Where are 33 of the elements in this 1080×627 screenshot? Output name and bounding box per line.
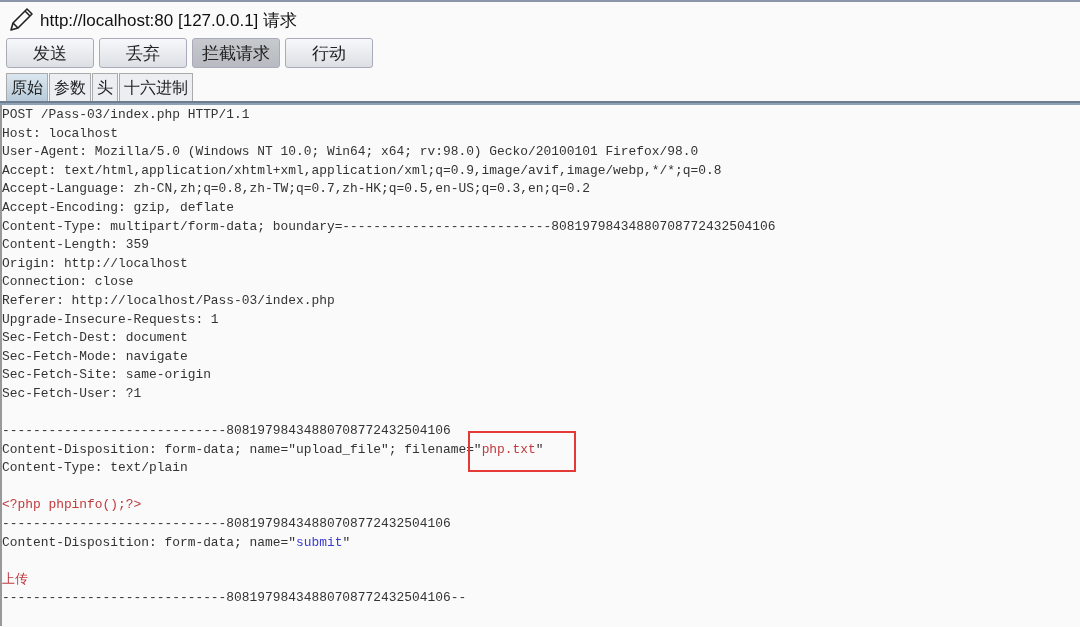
toolbar-button[interactable]: 丢弃	[99, 38, 187, 68]
editor-tab[interactable]: 头	[92, 73, 118, 101]
request-line: Content-Type: multipart/form-data; boundary=---------------------------80819798434880708772432504106	[2, 217, 777, 236]
pencil-icon	[8, 7, 34, 33]
editor-tab[interactable]: 十六进制	[119, 73, 193, 101]
toolbar-button[interactable]: 拦截请求	[192, 38, 280, 68]
request-line: -----------------------------80819798434880708772432504106	[2, 515, 452, 534]
window-title: http://localhost:80 [127.0.0.1] 请求	[40, 9, 298, 32]
request-line: Accept: text/html,application/xhtml+xml,application/xml;q=0.9,image/avif,image/webp,*/*;q=0.8	[2, 161, 723, 180]
request-line: -----------------------------80819798434880708772432504106--	[2, 589, 468, 608]
request-line: POST /Pass-03/index.php HTTP/1.1	[2, 106, 251, 124]
request-line: 上传	[2, 570, 29, 589]
request-line: -----------------------------80819798434880708772432504106	[2, 422, 452, 441]
request-line: Accept-Encoding: gzip, deflate	[2, 198, 236, 217]
request-line: Upgrade-Insecure-Requests: 1	[2, 310, 220, 329]
request-line: User-Agent: Mozilla/5.0 (Windows NT 10.0; Win64; x64; rv:98.0) Gecko/20100101 Firefox/98.0	[2, 143, 700, 162]
toolbar-button[interactable]: 行动	[285, 38, 373, 68]
request-line: Accept-Language: zh-CN,zh;q=0.8,zh-TW;q=0.7,zh-HK;q=0.5,en-US;q=0.3,en;q=0.2	[2, 180, 591, 199]
request-line: Sec-Fetch-Mode: navigate	[2, 347, 189, 366]
toolbar-button[interactable]: 发送	[6, 38, 94, 68]
request-line: Host: localhost	[2, 124, 120, 143]
editor-tab[interactable]: 参数	[49, 73, 91, 101]
request-line: Origin: http://localhost	[2, 254, 189, 273]
request-line: Connection: close	[2, 273, 135, 292]
editor-tab[interactable]: 原始	[6, 73, 48, 101]
request-line: <?php phpinfo();?>	[2, 496, 143, 515]
request-line: Referer: http://localhost/Pass-03/index.php	[2, 291, 336, 310]
request-line: Content-Type: text/plain	[2, 459, 189, 478]
request-line: Sec-Fetch-Dest: document	[2, 329, 189, 348]
request-line: Sec-Fetch-User: ?1	[2, 384, 143, 403]
request-line: Content-Length: 359	[2, 236, 150, 255]
request-line: Sec-Fetch-Site: same-origin	[2, 366, 212, 385]
request-line: Content-Disposition: form-data; name="submit"	[2, 533, 352, 552]
